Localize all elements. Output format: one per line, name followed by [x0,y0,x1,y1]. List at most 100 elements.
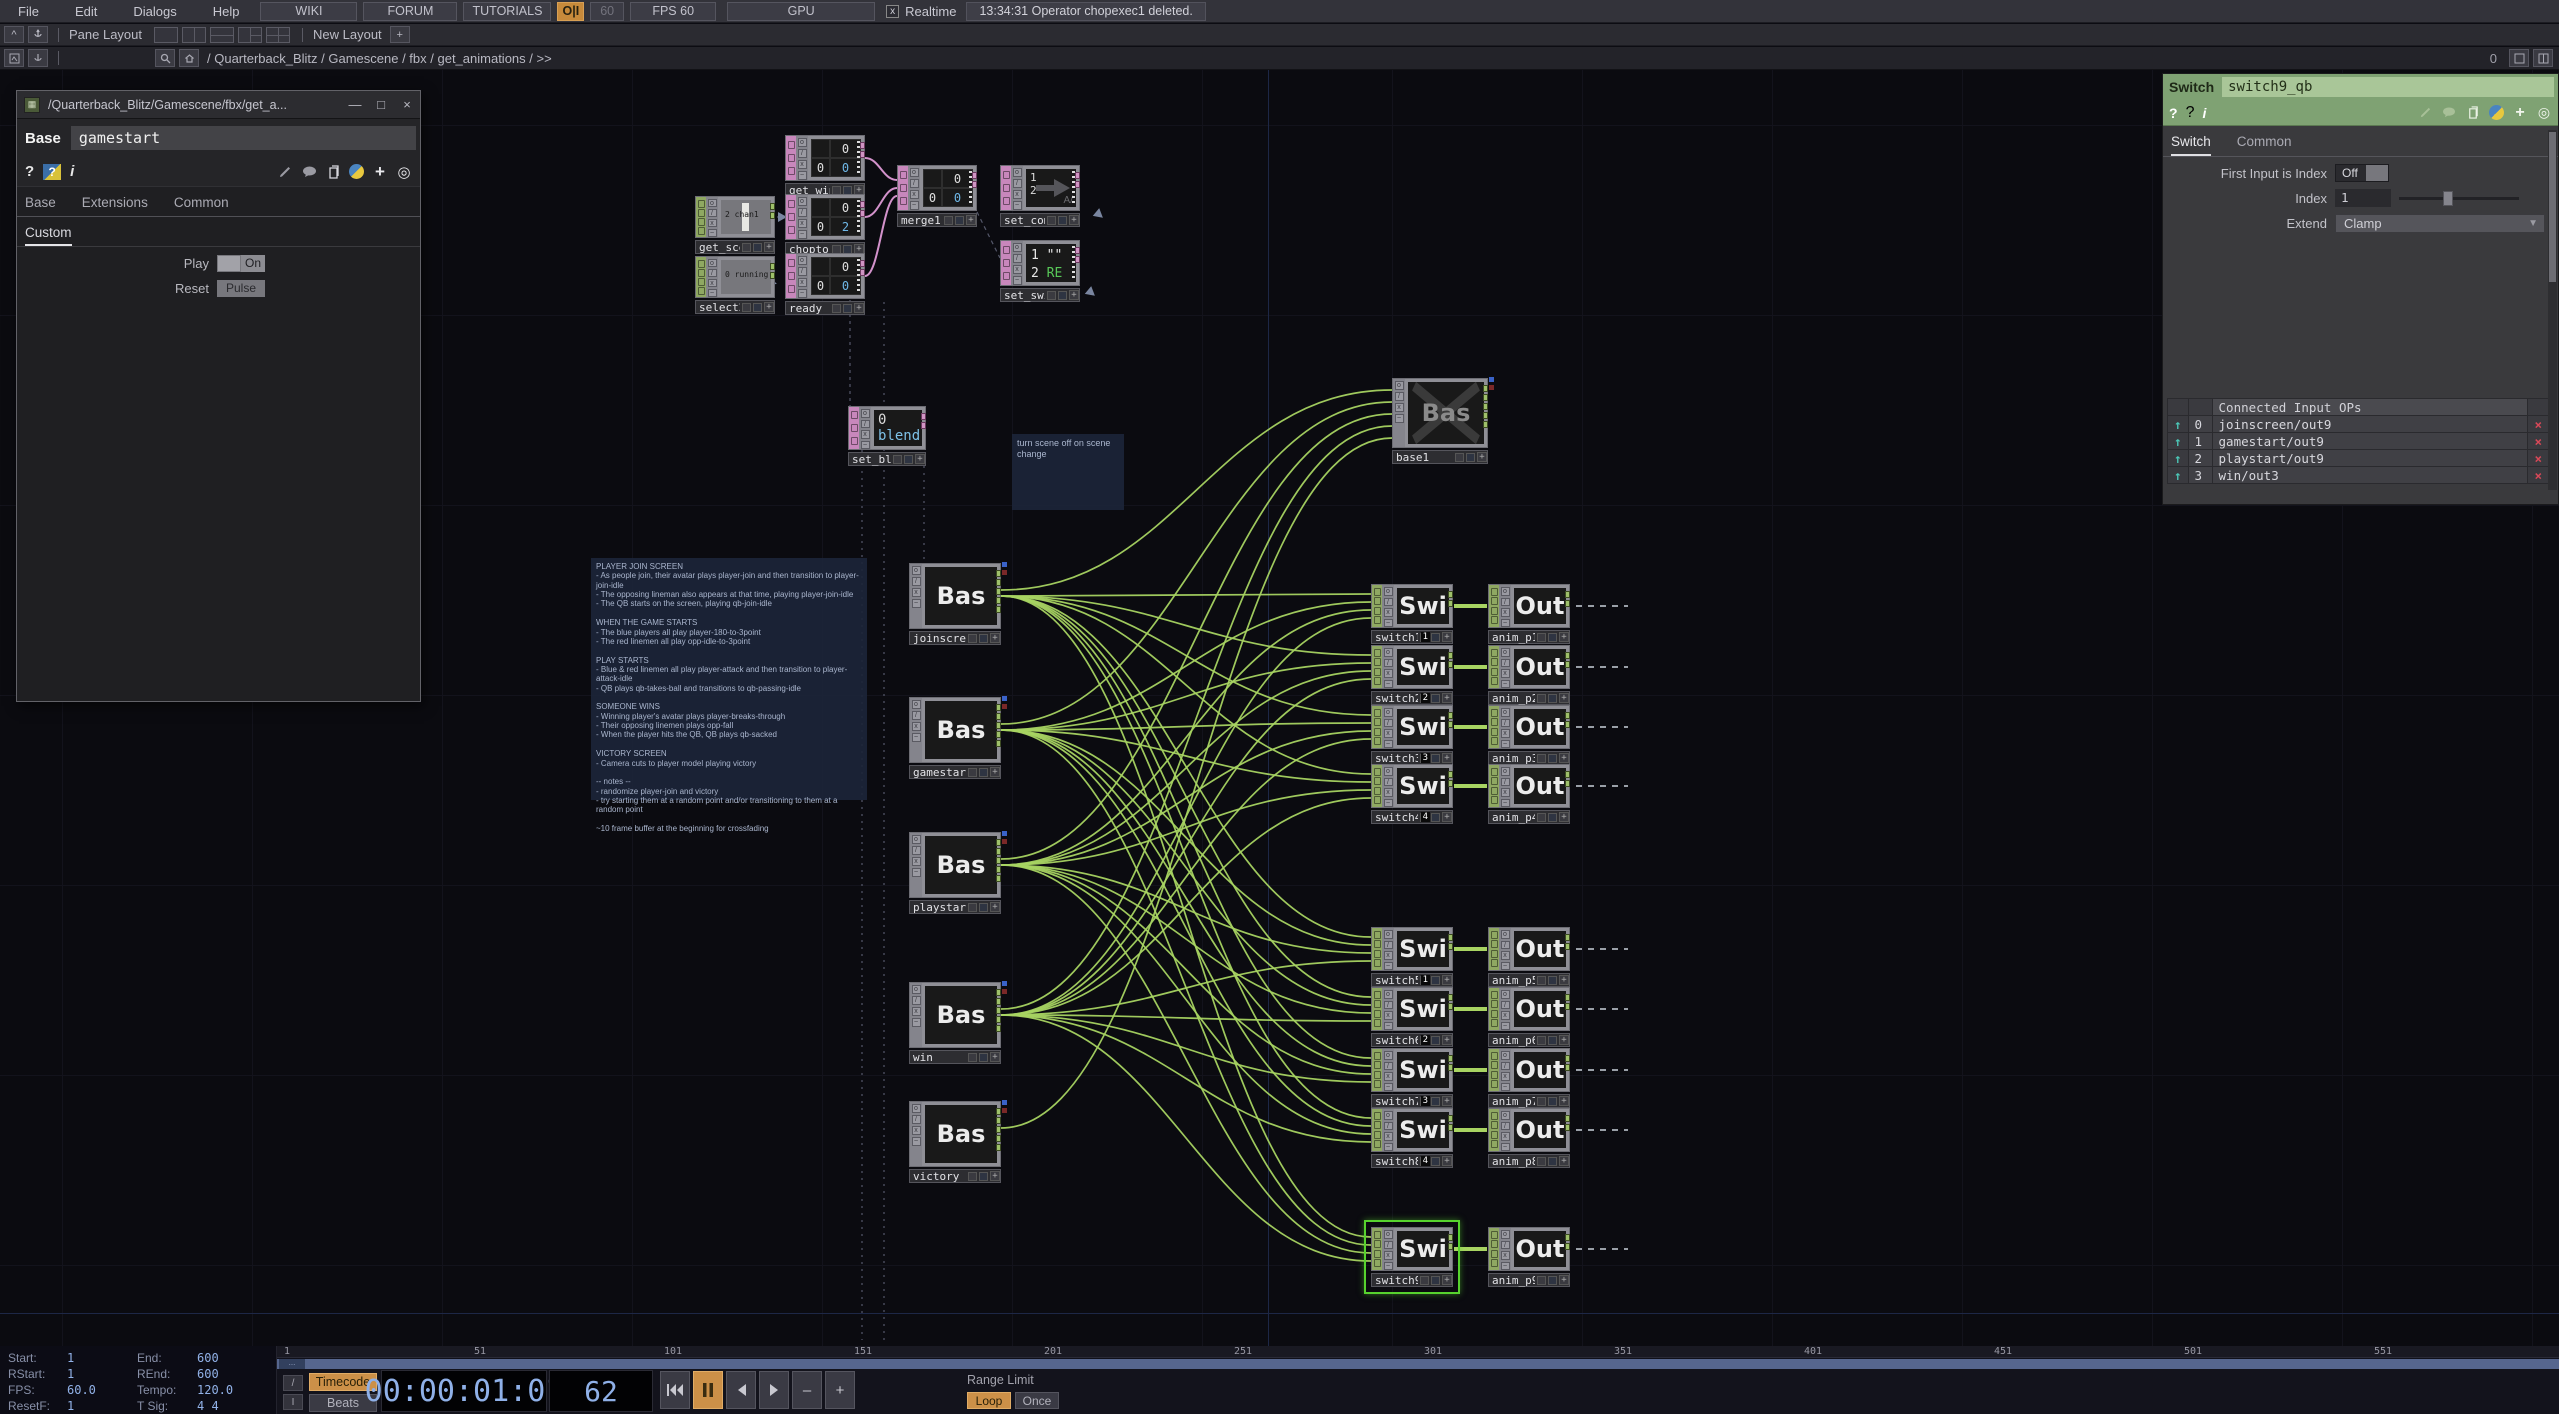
timeline-field-value[interactable]: 1 [67,1351,74,1365]
selected-op-parameters[interactable]: Switch switch9_qb ? ? i + ◎ Switch Commo… [2162,73,2559,505]
index-value-field[interactable]: 1 [2335,189,2391,207]
node-victory[interactable]: o/x~Bas victory + [909,1101,1001,1167]
timeline-field-value[interactable]: 600 [197,1367,219,1381]
extend-dropdown[interactable]: Clamp ▼ [2335,214,2545,233]
move-up-icon[interactable]: ↑ [2168,450,2189,467]
node-gamestart[interactable]: o/x~Bas gamestart + [909,697,1001,763]
search-icon[interactable] [155,49,175,67]
node-base1[interactable]: o/x~ Bas base1 + [1392,378,1488,448]
node-ready[interactable]: o/x~ 0 00 ready + [785,253,865,299]
remove-input-icon[interactable]: × [2528,467,2549,484]
node-playstart[interactable]: o/x~Bas playstart + [909,832,1001,898]
minimize-icon[interactable]: — [342,97,368,112]
bullseye-icon[interactable]: ◎ [2536,105,2552,121]
copy-parameters-icon[interactable] [325,164,341,180]
node-anim_p6[interactable]: o/x~Out anim_p6 + [1488,987,1570,1031]
panel-scrollbar[interactable] [2548,130,2557,490]
node-set_comps[interactable]: o/x~ 12 A/ set_comps + [1000,165,1080,211]
node-switch5_qb[interactable]: o/x~Swi switch5_qb +1 [1371,927,1453,971]
pause-button[interactable] [693,1371,723,1409]
breadcrumb[interactable]: / Quarterback_Blitz / Gamescene / fbx / … [207,51,552,66]
jump-to-start-button[interactable] [660,1371,690,1409]
node-anim_p5[interactable]: o/x~Out anim_p5 + [1488,927,1570,971]
input-op-name[interactable]: win/out3 [2212,467,2528,484]
parameter-window[interactable]: ▦ /Quarterback_Blitz/Gamescene/fbx/get_a… [16,90,421,702]
help-python-icon[interactable]: ? [43,164,61,180]
step-forward-button[interactable] [759,1371,789,1409]
info-icon[interactable]: i [70,163,74,180]
increment-button[interactable]: + [825,1371,855,1409]
remove-input-icon[interactable]: × [2528,450,2549,467]
node-switch3_qb[interactable]: o/x~Swi switch3_qb +3 [1371,705,1453,749]
help-python-icon[interactable]: ? [2186,104,2195,122]
timeline-ruler[interactable]: 151101151201251301351401451501551 [277,1346,2559,1358]
input-op-name[interactable]: gamestart/out9 [2212,433,2528,450]
new-layout-add-button[interactable]: + [390,26,410,43]
close-icon[interactable]: × [394,97,420,112]
maximize-icon[interactable]: □ [368,97,394,112]
timeline-field-value[interactable]: 120.0 [197,1383,233,1397]
node-merge1[interactable]: o/x~ 0 00 merge1 + [897,165,977,211]
node-set_switches_win[interactable]: o/x~ 1 ""2 RE set_switches_win + [1000,240,1080,286]
tab-common[interactable]: Common [174,195,229,216]
add-parameter-icon[interactable]: + [372,164,388,180]
forum-button[interactable]: FORUM [363,2,457,21]
step-back-button[interactable] [726,1371,756,1409]
node-anim_p9_qb[interactable]: o/x~Out anim_p9_qb + [1488,1227,1570,1271]
play-toggle[interactable]: On [217,255,265,272]
layout-preset-hsplit[interactable] [210,27,234,43]
node-anim_p2[interactable]: o/x~Out anim_p2 + [1488,645,1570,689]
fps-indicator[interactable]: FPS 60 [630,2,716,21]
timeline-field-value[interactable]: 600 [197,1351,219,1365]
remove-input-icon[interactable]: × [2528,416,2549,433]
info-icon[interactable]: i [2202,105,2206,121]
comment-bubble-icon[interactable] [301,164,317,180]
pin-icon[interactable] [28,49,48,67]
node-anim_p8[interactable]: o/x~Out anim_p8 + [1488,1108,1570,1152]
node-switch6_qb[interactable]: o/x~Swi switch6_qb +2 [1371,987,1453,1031]
tab-extensions[interactable]: Extensions [82,195,148,216]
network-comment[interactable]: turn scene off on scene change [1012,434,1124,510]
window-titlebar[interactable]: ▦ /Quarterback_Blitz/Gamescene/fbx/get_a… [17,91,420,119]
move-up-icon[interactable]: ↑ [2168,416,2189,433]
layout-preset-grid[interactable] [266,27,290,43]
index-slider[interactable] [2399,197,2519,200]
node-get_winner[interactable]: o/x~ 0 00 get_winner + [785,135,865,181]
copy-parameters-icon[interactable] [2465,105,2481,121]
tab-base[interactable]: Base [25,195,56,216]
menu-help[interactable]: Help [195,0,258,22]
reset-pulse-button[interactable]: Pulse [217,280,265,297]
layout-preset-left-right[interactable] [238,27,262,43]
frame-i-button[interactable]: I [283,1394,303,1410]
timeline-field-value[interactable]: 60.0 [67,1383,96,1397]
first-input-toggle[interactable]: Off [2335,164,2389,182]
node-win[interactable]: o/x~Bas win + [909,982,1001,1048]
tab-switch[interactable]: Switch [2171,134,2211,156]
help-icon[interactable]: ? [25,163,34,180]
network-comment[interactable]: PLAYER JOIN SCREEN - As people join, the… [591,558,867,800]
input-op-name[interactable]: playstart/out9 [2212,450,2528,467]
frame-display[interactable]: 62 [549,1370,653,1412]
pane-type-icon[interactable] [4,49,24,67]
wiki-button[interactable]: WIKI [260,2,357,21]
node-chopto_scene[interactable]: o/x~ 0 02 chopto_scene + [785,194,865,240]
tutorials-button[interactable]: TUTORIALS [463,2,551,21]
frame-slash-button[interactable]: / [283,1375,303,1391]
once-button[interactable]: Once [1015,1392,1059,1409]
oi-toggle[interactable]: O|I [557,2,584,21]
node-switch2_qb[interactable]: o/x~Swi switch2_qb +2 [1371,645,1453,689]
timeline-field-value[interactable]: 1 [67,1367,74,1381]
node-switch1_qb[interactable]: o/x~Swi switch1_qb +1 [1371,584,1453,628]
node-anim_p1[interactable]: o/x~Out anim_p1 + [1488,584,1570,628]
timeline-range-bar[interactable]: ... [277,1359,2559,1369]
node-switch8_qb[interactable]: o/x~Swi switch8_qb +4 [1371,1108,1453,1152]
range-grip[interactable]: ... [279,1359,305,1369]
node-anim_p7[interactable]: o/x~Out anim_p7 + [1488,1048,1570,1092]
tab-common[interactable]: Common [2237,134,2292,156]
op-name-field[interactable]: gamestart [71,126,416,150]
home-icon[interactable] [179,49,199,67]
split-pane2-icon[interactable] [2533,49,2553,67]
node-joinscreen[interactable]: o/x~Bas joinscreen + [909,563,1001,629]
node-switch4_qb[interactable]: o/x~Swi switch4_qb +4 [1371,764,1453,808]
menu-file[interactable]: File [0,0,57,22]
